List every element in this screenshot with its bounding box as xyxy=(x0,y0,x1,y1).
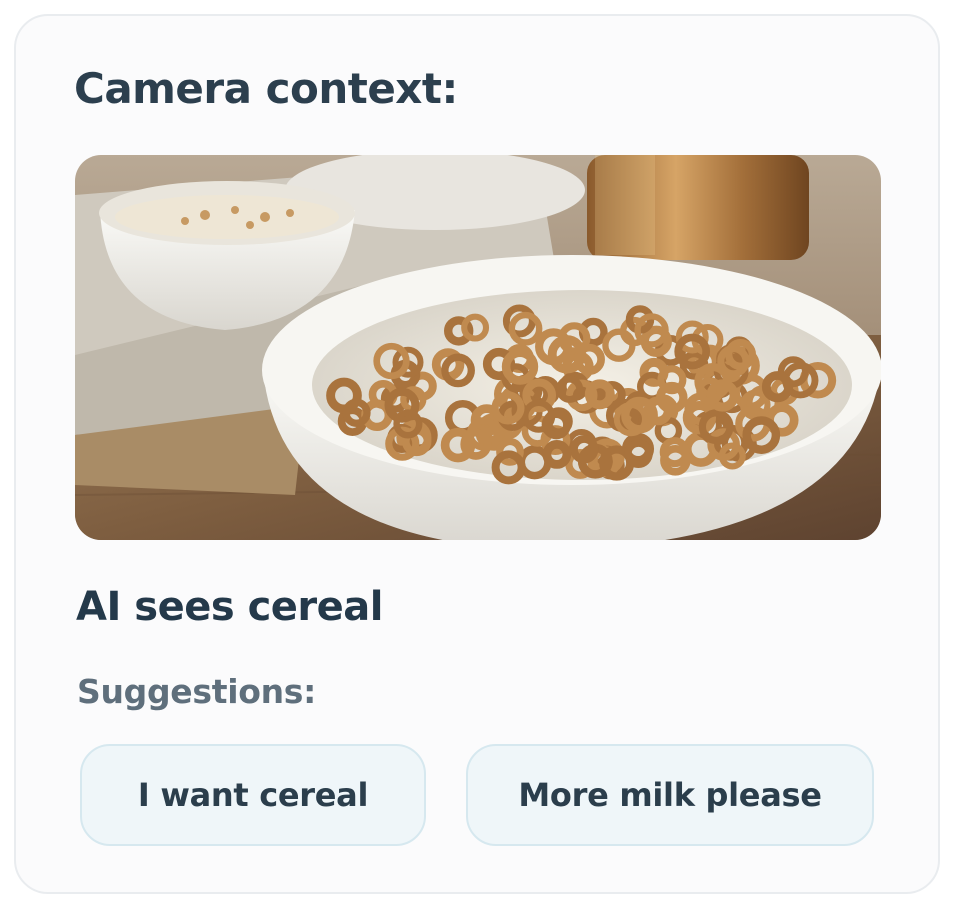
suggestion-chip-more-milk-please[interactable]: More milk please xyxy=(466,744,874,846)
suggestions-label: Suggestions: xyxy=(77,672,317,711)
suggestion-chip-i-want-cereal[interactable]: I want cereal xyxy=(80,744,426,846)
camera-preview-image xyxy=(75,155,881,540)
camera-context-heading: Camera context: xyxy=(74,64,458,113)
detection-result: AI sees cereal xyxy=(76,584,383,630)
